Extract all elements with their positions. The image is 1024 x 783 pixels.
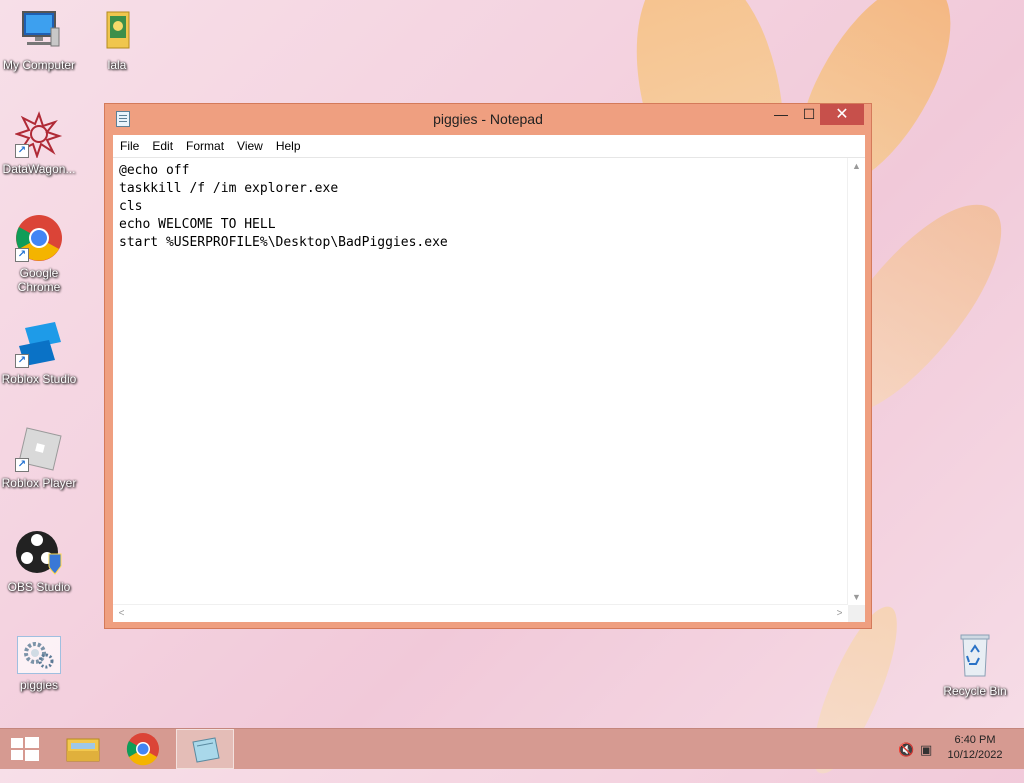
desktop-icon-label: My Computer — [2, 58, 76, 72]
scroll-right-arrow-icon[interactable]: > — [831, 605, 848, 622]
network-icon[interactable]: ▣ — [920, 742, 932, 758]
desktop-icon-label: piggies — [19, 678, 59, 692]
editor-content[interactable]: @echo off taskkill /f /im explorer.exe c… — [119, 162, 448, 252]
taskbar: 🔇 ▣ 6:40 PM 10/12/2022 — [0, 728, 1024, 769]
close-button[interactable]: ✕ — [820, 104, 864, 125]
shortcut-arrow-icon: ↗ — [15, 248, 29, 262]
notepad-window[interactable]: piggies - Notepad — ☐ ✕ File Edit Format Vi… — [104, 103, 872, 629]
desktop-icon-lala[interactable]: lala — [78, 6, 156, 72]
desktop-icon-google-chrome[interactable]: ↗ Google Chrome — [0, 214, 78, 294]
desktop-icon-recycle-bin[interactable]: Recycle Bin — [936, 632, 1014, 698]
desktop-icon-my-computer[interactable]: My Computer — [0, 6, 78, 72]
chrome-icon — [126, 733, 159, 766]
clock-time: 6:40 PM — [954, 734, 996, 746]
desktop-icon-label: lala — [107, 58, 127, 72]
taskbar-notepad[interactable] — [176, 729, 234, 769]
horizontal-scrollbar[interactable]: < > — [113, 604, 848, 622]
shortcut-arrow-icon: ↗ — [15, 354, 29, 368]
vertical-scrollbar[interactable]: ▲ ▼ — [847, 158, 865, 606]
maximize-button[interactable]: ☐ — [795, 104, 823, 125]
datawagon-logo-icon: ↗ — [13, 110, 63, 160]
menu-edit[interactable]: Edit — [145, 135, 179, 153]
desktop-icon-datawagon[interactable]: ↗ DataWagon... — [0, 110, 78, 176]
desktop-icon-label: Roblox Studio — [1, 372, 77, 386]
desktop-icon-piggies[interactable]: piggies — [0, 636, 78, 692]
obs-icon — [15, 528, 63, 576]
scroll-up-arrow-icon[interactable]: ▲ — [848, 158, 865, 175]
window-title: piggies - Notepad — [433, 111, 543, 127]
desktop-icon-roblox-player[interactable]: ↗ Roblox Player — [0, 424, 78, 490]
menu-file[interactable]: File — [113, 135, 145, 153]
menu-bar: File Edit Format View Help — [113, 135, 865, 157]
scrollbar-corner — [848, 605, 865, 622]
volume-muted-icon[interactable]: 🔇 — [898, 742, 914, 758]
shortcut-arrow-icon: ↗ — [15, 458, 29, 472]
minimize-button[interactable]: — — [767, 104, 795, 125]
desktop-icon-label: Roblox Player — [1, 476, 77, 490]
folder-icon — [93, 6, 141, 54]
scroll-down-arrow-icon[interactable]: ▼ — [848, 589, 865, 606]
desktop-icon-label: Recycle Bin — [943, 684, 1007, 698]
chrome-icon: ↗ — [15, 214, 63, 262]
text-editor[interactable]: @echo off taskkill /f /im explorer.exe c… — [113, 157, 865, 622]
taskbar-google-chrome[interactable] — [115, 729, 171, 769]
folder-icon — [66, 738, 100, 762]
desktop-icon-label: Google Chrome — [17, 266, 61, 294]
title-bar[interactable]: piggies - Notepad — ☐ ✕ — [105, 104, 871, 134]
shortcut-arrow-icon: ↗ — [15, 144, 29, 158]
start-button[interactable] — [0, 729, 56, 769]
roblox-studio-icon: ↗ — [15, 320, 63, 368]
clock-date: 10/12/2022 — [947, 749, 1003, 761]
computer-icon — [15, 6, 63, 54]
desktop-icon-label: DataWagon... — [2, 162, 76, 176]
menu-view[interactable]: View — [230, 135, 269, 153]
notepad-icon — [192, 737, 220, 763]
batch-file-gear-icon — [17, 636, 61, 674]
windows-logo-icon — [11, 737, 39, 761]
roblox-player-icon: ↗ — [15, 424, 63, 472]
desktop-icon-label: OBS Studio — [7, 580, 71, 594]
taskbar-file-explorer[interactable] — [56, 729, 112, 769]
clock[interactable]: 6:40 PM 10/12/2022 — [940, 733, 1010, 763]
recycle-bin-icon — [951, 632, 999, 680]
menu-format[interactable]: Format — [179, 135, 230, 153]
scroll-left-arrow-icon[interactable]: < — [113, 605, 130, 622]
desktop-icon-obs-studio[interactable]: OBS Studio — [0, 528, 78, 594]
menu-help[interactable]: Help — [269, 135, 307, 153]
desktop-icon-roblox-studio[interactable]: ↗ Roblox Studio — [0, 320, 78, 386]
